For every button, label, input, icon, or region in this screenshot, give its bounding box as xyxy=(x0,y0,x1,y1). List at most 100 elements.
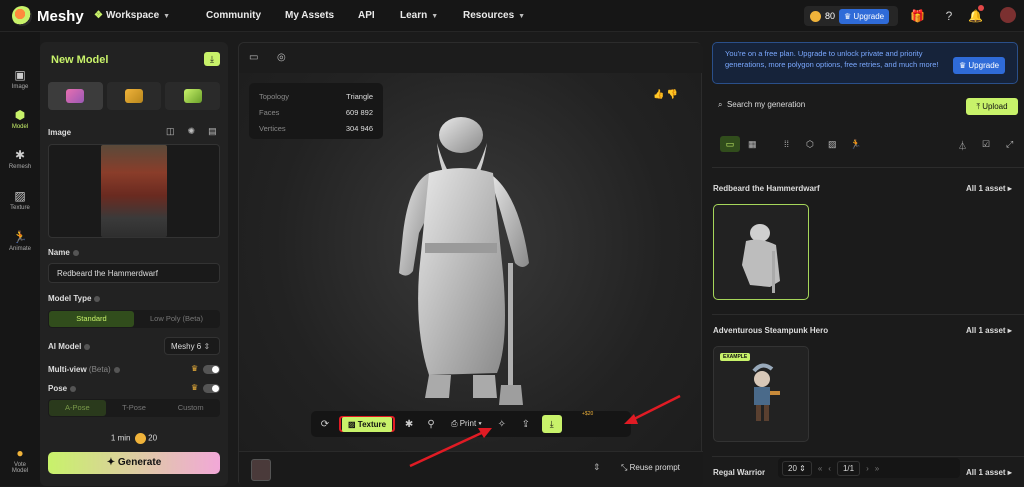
credits-box[interactable]: 80 ♛ Upgrade xyxy=(804,6,898,26)
animation-filter-icon[interactable]: 🏃 xyxy=(850,139,861,150)
name-field[interactable]: Redbeard the Hammerdwarf xyxy=(48,263,220,283)
texture-filter-icon[interactable]: ▨ xyxy=(828,139,837,150)
nav-workspace[interactable]: ❖ Workspace ▼ xyxy=(94,10,170,21)
crown-icon: ♛ xyxy=(191,364,199,373)
remesh-icon[interactable]: ✱ xyxy=(401,419,417,430)
refresh-icon[interactable]: ⟳ xyxy=(317,419,333,430)
grid-icon[interactable]: ▦ xyxy=(748,139,757,150)
tab-multi-image[interactable] xyxy=(106,82,162,110)
nav-api[interactable]: API xyxy=(358,10,375,21)
tab-text-to-3d[interactable] xyxy=(165,82,221,110)
stat-value: 304 946 xyxy=(345,124,373,133)
expand-icon[interactable]: ⤢ xyxy=(1006,139,1013,150)
model-filter-icon[interactable]: ⬡ xyxy=(806,139,814,150)
model-type-label: Model Type xyxy=(48,294,101,303)
all-assets-link[interactable]: All 1 asset ▸ xyxy=(966,326,1012,335)
prev-page-icon[interactable]: ‹ xyxy=(828,464,831,473)
nav-learn[interactable]: Learn ▼ xyxy=(400,10,438,21)
bell-icon[interactable]: 🔔 xyxy=(968,9,983,23)
reuse-prompt-button[interactable]: ⤡ Reuse prompt xyxy=(621,463,680,473)
search-input[interactable]: ⌕ Search my generation xyxy=(718,100,805,110)
dots-grid-icon[interactable]: ⁞⁞ xyxy=(784,139,789,149)
nav-resources[interactable]: Resources ▼ xyxy=(463,10,525,21)
upload-button[interactable]: ⤒ Upload xyxy=(966,98,1018,115)
folder-icon[interactable]: ▭ xyxy=(720,136,740,152)
select-icon[interactable]: ☑ xyxy=(982,139,990,150)
gift-icon[interactable]: 🎁 xyxy=(910,9,925,23)
info-icon xyxy=(70,385,77,392)
model-type-standard[interactable]: Standard xyxy=(49,311,134,327)
help-icon[interactable]: ? xyxy=(942,9,956,23)
banner-upgrade-button[interactable]: ♛ Upgrade xyxy=(953,57,1006,74)
left-nav: ▣ Image ⬢ Model ✱ Remesh ▨ Texture 🏃 Animate … xyxy=(0,32,40,486)
page-indicator[interactable]: 1/1 xyxy=(836,460,861,476)
rig-icon[interactable]: ⚲ xyxy=(423,419,439,430)
banner-upgrade-label: Upgrade xyxy=(968,61,1000,70)
image-label: Image xyxy=(48,128,72,137)
download-icon[interactable]: ⤓ xyxy=(204,52,220,66)
info-icon xyxy=(113,366,120,373)
texture-button[interactable]: ▨ Texture xyxy=(342,417,393,432)
leftnav-remesh[interactable]: ✱ Remesh xyxy=(0,148,40,170)
next-page-icon[interactable]: › xyxy=(866,464,869,473)
leftnav-texture[interactable]: ▨ Texture xyxy=(0,189,40,211)
search-icon: ⌕ xyxy=(718,100,723,109)
asset-card[interactable]: EXAMPLE xyxy=(713,346,809,442)
pose-custom[interactable]: Custom xyxy=(162,400,219,416)
leftnav-image[interactable]: ▣ Image xyxy=(0,68,40,90)
pose-a-pose[interactable]: A-Pose xyxy=(49,400,106,416)
input-thumbnail[interactable] xyxy=(251,459,271,481)
all-assets-link[interactable]: All 1 asset ▸ xyxy=(966,184,1012,193)
upgrade-label: Upgrade xyxy=(853,11,885,21)
pose-options: A-Pose T-Pose Custom xyxy=(48,399,220,417)
asset-card[interactable] xyxy=(713,204,809,300)
tab-image-to-3d[interactable] xyxy=(48,82,103,110)
upgrade-button[interactable]: ♛ Upgrade xyxy=(839,8,890,24)
multiview-toggle[interactable] xyxy=(203,365,220,374)
pose-label-text: Pose xyxy=(48,384,68,393)
delete-icon[interactable]: ▤ xyxy=(208,126,217,137)
leftnav-animate[interactable]: 🏃 Animate xyxy=(0,230,40,252)
all-assets-label: All 1 asset xyxy=(966,184,1006,193)
per-page-select[interactable]: 20 ⇕ xyxy=(782,460,812,476)
coin-icon xyxy=(810,10,821,22)
texture-button-highlight[interactable]: ▨ Texture xyxy=(339,416,396,432)
model-viewer[interactable]: ▭ ◎ Topology Triangle Faces 609 892 Vertic… xyxy=(238,42,703,487)
banner-text: You're on a free plan. Upgrade to unlock… xyxy=(725,49,939,69)
leftnav-vote-model[interactable]: ● Vote Model xyxy=(0,446,40,474)
notification-badge xyxy=(978,5,984,11)
thumbs-down-icon[interactable]: 👎 xyxy=(667,89,678,99)
monitor-icon[interactable]: ▭ xyxy=(249,52,258,63)
pose-t-pose[interactable]: T-Pose xyxy=(106,400,163,416)
compare-icon[interactable]: ◫ xyxy=(166,126,175,137)
download-button[interactable]: ⤓ xyxy=(541,415,562,433)
avatar[interactable] xyxy=(1000,7,1016,23)
generate-button[interactable]: ✦ Generate xyxy=(48,452,220,474)
viewer-toolbar: ⟳ ▨ Texture ✱ ⚲ ⎙ Print ▾ ✧ ⇪ +$20 ⤓ xyxy=(311,411,631,437)
image-upload-box[interactable] xyxy=(48,144,220,238)
thumbs-up-icon[interactable]: 👍 xyxy=(653,89,664,99)
viewer-bottom-bar: ⇕ ⤡ Reuse prompt xyxy=(239,451,703,487)
first-page-icon[interactable]: « xyxy=(818,464,822,473)
filter-icon[interactable]: ⏃ xyxy=(958,139,967,152)
nav-community[interactable]: Community xyxy=(206,10,261,21)
leftnav-model[interactable]: ⬢ Model xyxy=(0,108,40,130)
assets-panel: You're on a free plan. Upgrade to unlock… xyxy=(712,42,1024,486)
swap-icon[interactable]: ⇕ xyxy=(593,462,601,473)
divider xyxy=(712,167,1024,168)
asset-filters: ▭ ▦ ⁞⁞ ⬡ ▨ 🏃 ⏃ ☑ ⤢ xyxy=(720,136,1020,152)
model-type-low-poly[interactable]: Low Poly (Beta) xyxy=(134,311,219,327)
all-assets-label: All 1 asset xyxy=(966,326,1006,335)
nav-my-assets[interactable]: My Assets xyxy=(285,10,334,21)
last-page-icon[interactable]: » xyxy=(875,464,879,473)
print-button[interactable]: ⎙ Print ▾ xyxy=(445,419,488,429)
share-icon[interactable]: ⇪ xyxy=(516,419,536,430)
globe-icon[interactable]: ◎ xyxy=(277,52,286,63)
light-icon[interactable]: ✺ xyxy=(188,126,196,137)
magic-wand-icon[interactable]: ✧ xyxy=(494,419,510,430)
pose-toggle[interactable] xyxy=(203,384,220,393)
logo[interactable]: Meshy xyxy=(12,6,84,26)
all-assets-link[interactable]: All 1 asset ▸ xyxy=(966,468,1012,477)
leftnav-vote-label-2: Model xyxy=(11,468,29,474)
ai-model-select[interactable]: Meshy 6 ⇕ xyxy=(164,337,220,355)
